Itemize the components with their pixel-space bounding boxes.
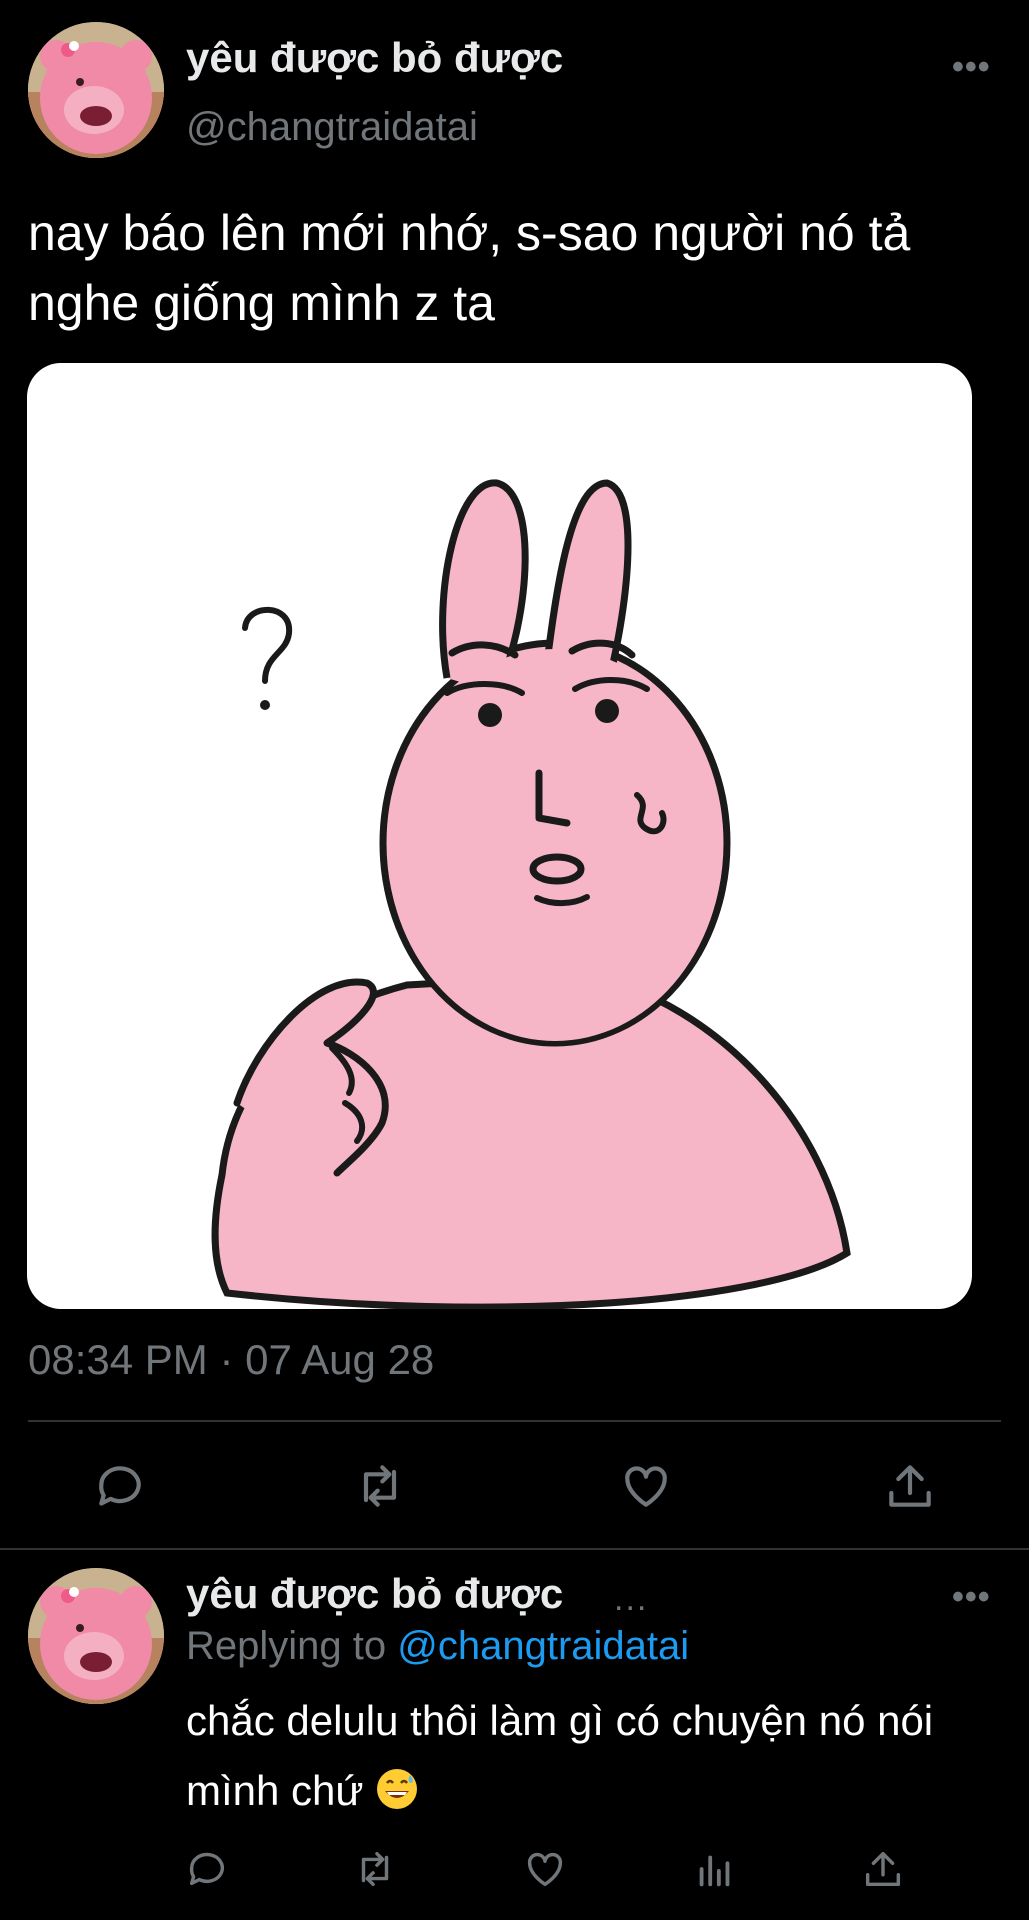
share-icon[interactable]	[882, 1458, 938, 1514]
grinning-face-with-sweat-emoji	[375, 1762, 419, 1809]
reply-text: chắc delulu thôi làm gì có chuyện nó nói…	[186, 1686, 1006, 1826]
reply-author-display-name[interactable]: yêu được bỏ được	[186, 1570, 563, 1618]
bunny-illustration	[211, 479, 851, 1309]
like-icon[interactable]	[522, 1846, 568, 1892]
like-icon[interactable]	[618, 1458, 674, 1514]
replying-to-line: Replying to @changtraidatai	[186, 1624, 689, 1669]
more-icon[interactable]: •••	[952, 1580, 991, 1614]
more-icon[interactable]: •••	[952, 50, 991, 84]
reply-icon[interactable]	[184, 1846, 230, 1892]
avatar-image	[28, 1568, 164, 1704]
author-avatar[interactable]	[28, 22, 164, 158]
retweet-icon[interactable]	[352, 1846, 398, 1892]
divider	[0, 1548, 1029, 1550]
avatar-image	[28, 22, 164, 158]
replying-to-prefix: Replying to	[186, 1624, 387, 1668]
share-icon[interactable]	[860, 1846, 906, 1892]
reply-text-content: chắc delulu thôi làm gì có chuyện nó nói…	[186, 1697, 934, 1814]
replying-to-mention[interactable]: @changtraidatai	[397, 1624, 689, 1668]
name-ellipsis: ...	[614, 1580, 649, 1618]
author-handle[interactable]: @changtraidatai	[186, 105, 478, 150]
retweet-icon[interactable]	[352, 1458, 408, 1514]
author-display-name[interactable]: yêu được bỏ được	[186, 34, 563, 82]
tweet-thread-page: yêu được bỏ được @changtraidatai ••• nay…	[0, 0, 1029, 1920]
analytics-icon[interactable]	[692, 1846, 738, 1892]
tweet-media-image[interactable]	[27, 363, 972, 1309]
divider	[28, 1420, 1001, 1422]
reply-icon[interactable]	[92, 1458, 148, 1514]
tweet-timestamp[interactable]: 08:34 PM · 07 Aug 28	[28, 1336, 434, 1384]
reply-author-avatar[interactable]	[28, 1568, 164, 1704]
tweet-text: nay báo lên mới nhớ, s-sao người nó tả n…	[28, 205, 911, 331]
